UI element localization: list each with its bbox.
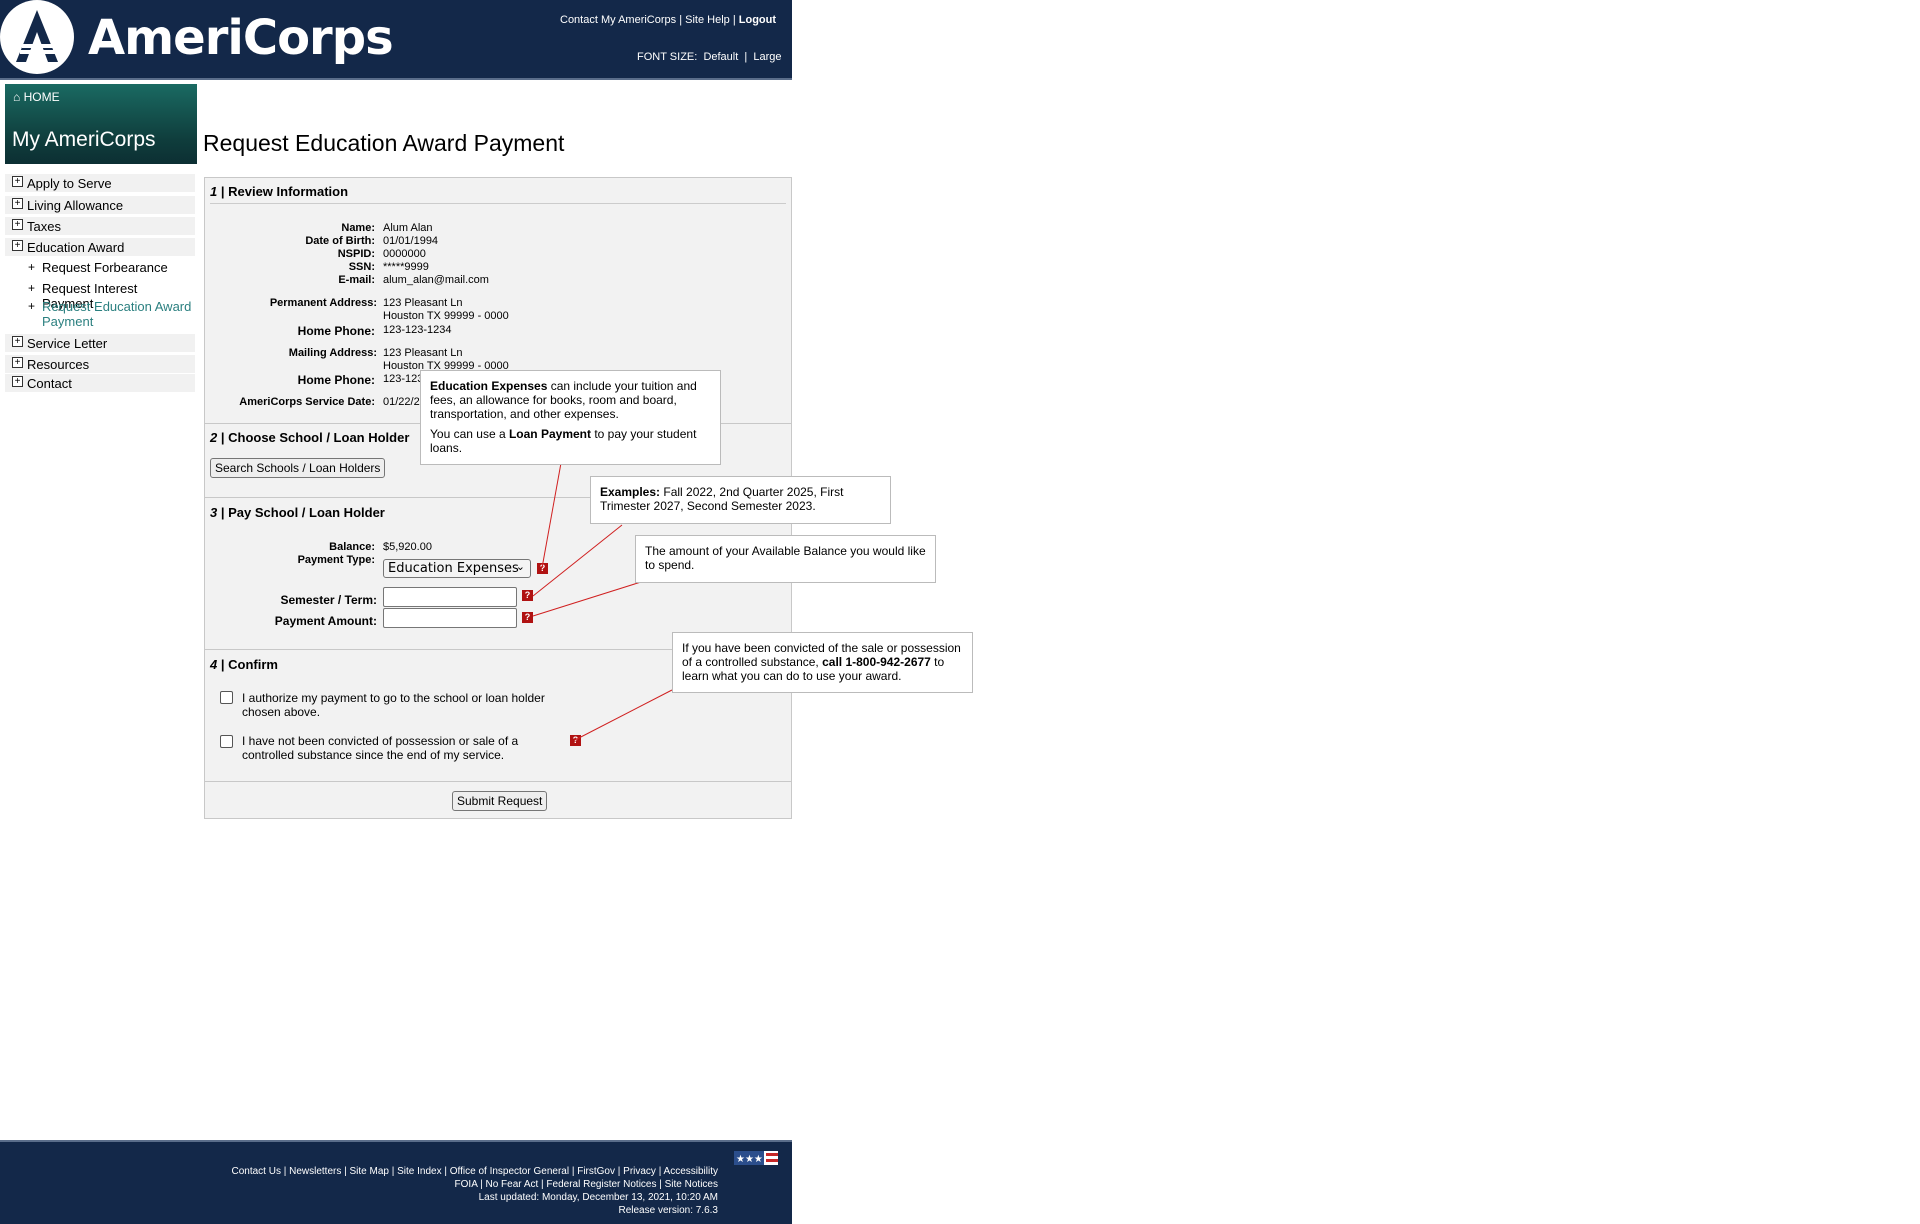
svg-text:★★★: ★★★ xyxy=(736,1154,763,1165)
tooltip-bold: Examples: xyxy=(600,485,661,499)
tooltip-text: The amount of your Available Balance you… xyxy=(645,544,926,572)
conviction-tooltip: If you have been convicted of the sale o… xyxy=(672,632,973,693)
examples-tooltip: Examples: Fall 2022, 2nd Quarter 2025, F… xyxy=(590,476,891,524)
tooltip-bold: Education Expenses xyxy=(430,379,548,393)
footer-links-line2[interactable]: FOIA | No Fear Act | Federal Register No… xyxy=(455,1179,718,1190)
footer-last-updated: Last updated: Monday, December 13, 2021,… xyxy=(478,1192,718,1203)
tooltip-bold: Loan Payment xyxy=(508,427,591,441)
payment-amount-tooltip: The amount of your Available Balance you… xyxy=(635,535,936,583)
tooltip-text: You can use a xyxy=(430,427,509,441)
usa-flag-icon: ★★★ xyxy=(734,1151,778,1165)
footer-release-version: Release version: 7.6.3 xyxy=(618,1205,718,1216)
footer-links-line1[interactable]: Contact Us | Newsletters | Site Map | Si… xyxy=(231,1166,718,1177)
education-expenses-tooltip: Education Expenses can include your tuit… xyxy=(420,370,721,465)
tooltip-bold: call 1-800-942-2677 xyxy=(822,655,931,669)
